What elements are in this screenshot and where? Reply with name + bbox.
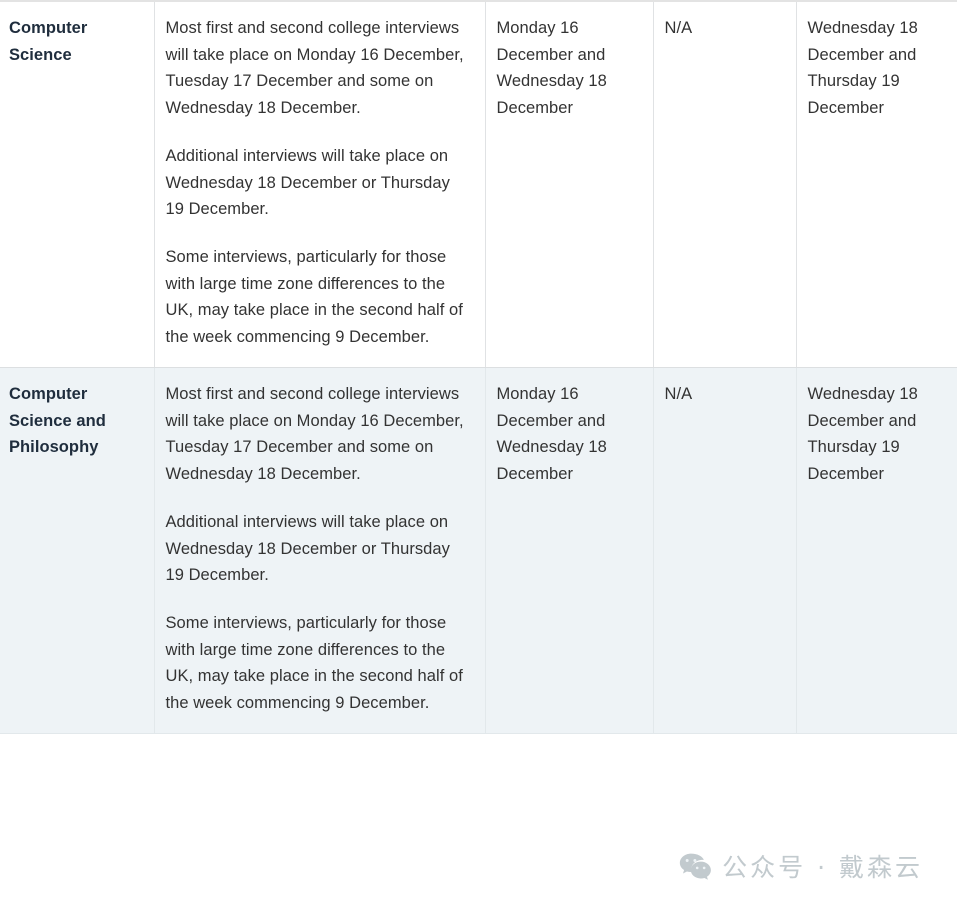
cell-course-name: Computer Science: [0, 1, 155, 368]
arrangements-paragraph: Additional interviews will take place on…: [165, 512, 450, 585]
table-row: Computer Science and Philosophy Most fir…: [0, 367, 957, 734]
cell-interview-arrangements: Most first and second college interviews…: [154, 367, 486, 734]
page-root: Computer Science Most first and second c…: [0, 0, 957, 900]
wechat-icon: [680, 853, 712, 880]
watermark: 公众号 · 戴森云: [679, 852, 923, 882]
cell-second-interview-dates: N/A: [653, 1, 797, 368]
cell-additional-interview-dates: Wednesday 18 December and Thursday 19 De…: [796, 1, 957, 368]
watermark-label: 公众号 · 戴森云: [722, 852, 923, 882]
cell-interview-arrangements: Most first and second college interviews…: [154, 1, 486, 368]
cell-first-interview-dates: Monday 16 December and Wednesday 18 Dece…: [485, 367, 654, 734]
interview-dates-table: Computer Science Most first and second c…: [0, 0, 957, 734]
arrangements-paragraph: Additional interviews will take place on…: [165, 146, 450, 219]
cell-course-name: Computer Science and Philosophy: [0, 367, 155, 734]
arrangements-paragraph: Some interviews, particularly for those …: [165, 613, 463, 713]
cell-additional-interview-dates: Wednesday 18 December and Thursday 19 De…: [796, 367, 957, 734]
arrangements-paragraph: Most first and second college interviews…: [165, 19, 464, 118]
cell-first-interview-dates: Monday 16 December and Wednesday 18 Dece…: [485, 1, 654, 368]
table-body: Computer Science Most first and second c…: [0, 1, 957, 734]
arrangements-paragraph: Some interviews, particularly for those …: [165, 248, 463, 347]
arrangements-paragraph: Most first and second college interviews…: [165, 384, 464, 484]
table-row: Computer Science Most first and second c…: [0, 1, 957, 368]
cell-second-interview-dates: N/A: [653, 367, 797, 734]
